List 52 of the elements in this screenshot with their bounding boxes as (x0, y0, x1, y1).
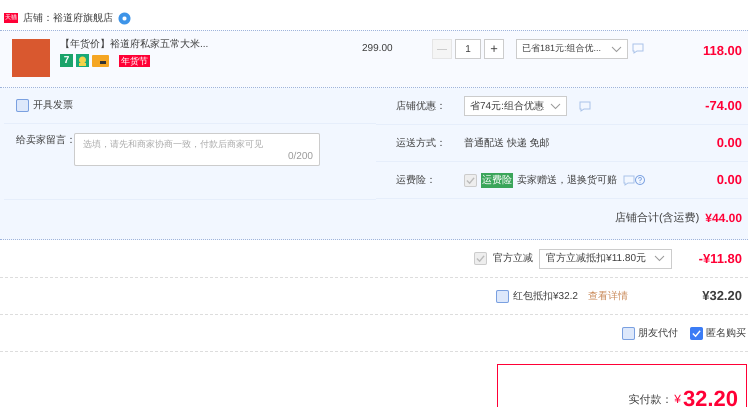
coupon-deduction-amount: ¥32.20 (701, 287, 742, 306)
unit-price: 299.00 (362, 42, 394, 56)
amount: 0.00 (716, 171, 742, 190)
caret-icon (550, 102, 561, 110)
card-icon (92, 54, 109, 66)
checkbox[interactable] (464, 174, 477, 186)
checkbox[interactable] (496, 290, 509, 302)
checkbox[interactable] (622, 326, 635, 340)
currency-symbol: ¥ (674, 391, 681, 407)
row-label: 运费险： (396, 174, 437, 188)
shop-name[interactable]: 店铺：裕道府旗舰店 (23, 10, 113, 26)
checkbox[interactable] (690, 326, 703, 340)
help-icon[interactable] (635, 175, 645, 185)
check-icon (476, 254, 486, 263)
amount: 0.00 (716, 134, 742, 152)
photo-placeholder (12, 39, 50, 77)
plus-button[interactable]: + (484, 39, 504, 59)
subtotal: 118.00 (702, 42, 742, 60)
payment-amount: 32.20 (682, 387, 738, 407)
amount: -74.00 (704, 97, 742, 116)
shop-discount-select[interactable]: 省74元:组合优惠 (464, 96, 567, 116)
caret-icon (611, 46, 622, 52)
product-title[interactable]: 【年货价】裕道府私家五常大米... (60, 39, 360, 51)
check-icon (692, 328, 701, 338)
official-discount-amount: -¥11.80 (698, 250, 742, 268)
chat-icon[interactable] (623, 174, 635, 186)
insurance-tag: 运费险 (481, 172, 513, 188)
seven-day-badge: 7 (60, 54, 73, 67)
promo-tag: 年货节 (119, 54, 150, 66)
chat-icon[interactable] (632, 43, 644, 54)
official-discount-select[interactable]: 官方立减抵扣¥11.80元 (539, 248, 672, 268)
checkbox[interactable] (16, 99, 29, 112)
check-icon (466, 176, 475, 184)
row-label: 运送方式： (396, 136, 447, 150)
payment-label: 实付款： (628, 392, 672, 407)
invoice-label: 开具发票 (33, 99, 73, 113)
discount-select[interactable]: 已省181元:组合优... (516, 39, 628, 59)
option-label: 匿名购买 (706, 326, 746, 340)
shop-total-label: 店铺合计(含运费) (614, 210, 700, 226)
official-discount-label: 官方立减 (493, 252, 534, 266)
shop-total: ¥44.00 (705, 210, 742, 227)
checkbox[interactable] (474, 252, 488, 265)
character-counter: 0/200 (288, 150, 313, 164)
option-label: 朋友代付 (638, 326, 678, 340)
coupon-deduction-label: 红包抵扣¥32.2 (512, 290, 578, 304)
chat-icon[interactable] (578, 100, 591, 112)
delivery-method: 普通配送 快递 免邮 (464, 136, 550, 150)
caret-icon (654, 255, 665, 262)
row-label: 店铺优惠： (396, 100, 447, 114)
insurance-note: 卖家赠送，退换货可赔 (517, 174, 617, 188)
quantity-field[interactable]: 1 (455, 39, 481, 59)
message-label: 给卖家留言： (16, 134, 74, 148)
